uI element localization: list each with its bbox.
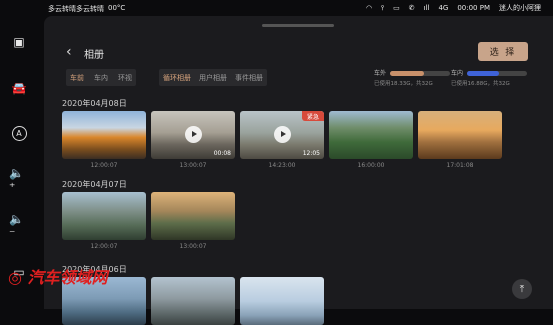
tab-event-album[interactable]: 事件相册 — [235, 73, 263, 83]
photo-thumbnail[interactable] — [151, 192, 235, 240]
storage-fill — [390, 71, 425, 76]
phone-icon: ✆ — [408, 4, 415, 12]
status-bar: 多云转晴多云转晴 00°C ◠ ⫯ ▭ ✆ ıll 4G 00:00 PM 迷人… — [0, 0, 553, 16]
play-icon[interactable] — [185, 126, 202, 143]
antenna-icon: ⫯ — [381, 3, 385, 12]
wifi-icon: ◠ — [365, 4, 373, 12]
auto-drive-icon[interactable]: A — [9, 123, 29, 143]
page-title: 相册 — [84, 50, 104, 61]
storage-bar — [390, 71, 450, 76]
storage-label: 车外 — [374, 70, 387, 77]
album-tabs: 循环相册 用户相册 事件相册 — [159, 69, 267, 86]
storage-usage: 已使用18.33G，共32G — [374, 81, 433, 87]
storage-usage: 已使用16.88G，共32G — [451, 81, 510, 87]
watermark-text: 汽车领域网 — [27, 268, 108, 287]
thumbnail-caption: 14:23:00 — [268, 162, 296, 169]
photo-thumbnail[interactable] — [240, 277, 324, 325]
watermark-logo: ◎ 汽车领域网 — [8, 268, 108, 287]
play-icon[interactable] — [274, 126, 291, 143]
thumbnail-caption: 13:00:07 — [179, 243, 207, 250]
storage-fill — [467, 71, 499, 76]
clock: 00:00 PM — [457, 4, 490, 12]
back-chevron-icon[interactable]: ‹ — [66, 44, 72, 60]
tab-loop-album[interactable]: 循环相册 — [163, 73, 191, 83]
back-to-top-icon[interactable]: ⤒ — [512, 279, 532, 299]
drag-handle[interactable] — [262, 24, 334, 27]
screen-icon[interactable]: ▣ — [9, 32, 29, 52]
photo-thumbnail[interactable] — [418, 111, 502, 159]
temperature: 00°C — [108, 4, 126, 12]
tab-user-album[interactable]: 用户相册 — [199, 73, 227, 83]
video-duration: 12:05 — [302, 150, 320, 157]
volume-up-icon[interactable]: 🔈⁺ — [9, 166, 29, 194]
weather-text: 多云转晴多云转晴 — [48, 5, 104, 13]
date-header: 2020年04月08日 — [62, 99, 127, 108]
thumbnail-caption: 16:00:00 — [357, 162, 385, 169]
photo-thumbnail[interactable] — [329, 111, 413, 159]
video-thumbnail[interactable]: 00:08 — [151, 111, 235, 159]
camera-icon: ▭ — [393, 4, 400, 12]
thumbnail-caption: 12:00:07 — [90, 243, 118, 250]
volume-down-icon[interactable]: 🔈⁻ — [9, 212, 29, 240]
video-duration: 00:08 — [213, 150, 231, 157]
thumbnail-caption: 13:00:07 — [179, 162, 207, 169]
car-icon[interactable]: 🚘 — [9, 78, 29, 98]
storage-exterior: 车外 已使用18.33G，共32G — [374, 68, 454, 87]
select-button[interactable]: 选 择 — [478, 42, 528, 61]
video-thumbnail[interactable]: 12:05 紧急 — [240, 111, 324, 159]
tab-inside[interactable]: 车内 — [94, 73, 108, 83]
thumbnail-caption: 12:00:07 — [90, 162, 118, 169]
photo-thumbnail[interactable] — [62, 192, 146, 240]
tab-surround[interactable]: 环视 — [118, 73, 132, 83]
signal-icon: ıll — [423, 4, 430, 12]
photo-thumbnail[interactable] — [62, 111, 146, 159]
network-type: 4G — [438, 4, 449, 12]
photo-thumbnail[interactable] — [151, 277, 235, 325]
date-header: 2020年04月07日 — [62, 180, 127, 189]
album-panel: ‹ 相册 选 择 车前 车内 环视 循环相册 用户相册 事件相册 车外 已使用1… — [44, 16, 553, 325]
tab-front[interactable]: 车前 — [70, 73, 84, 83]
user-name: 迷人的小阿狸 — [499, 4, 541, 12]
urgent-badge: 紧急 — [302, 111, 324, 121]
thumbnail-caption: 17:01:08 — [446, 162, 474, 169]
camera-tabs: 车前 车内 环视 — [66, 69, 136, 86]
storage-bar — [467, 71, 527, 76]
storage-label: 车内 — [451, 70, 464, 77]
storage-interior: 车内 已使用16.88G，共32G — [451, 68, 531, 87]
